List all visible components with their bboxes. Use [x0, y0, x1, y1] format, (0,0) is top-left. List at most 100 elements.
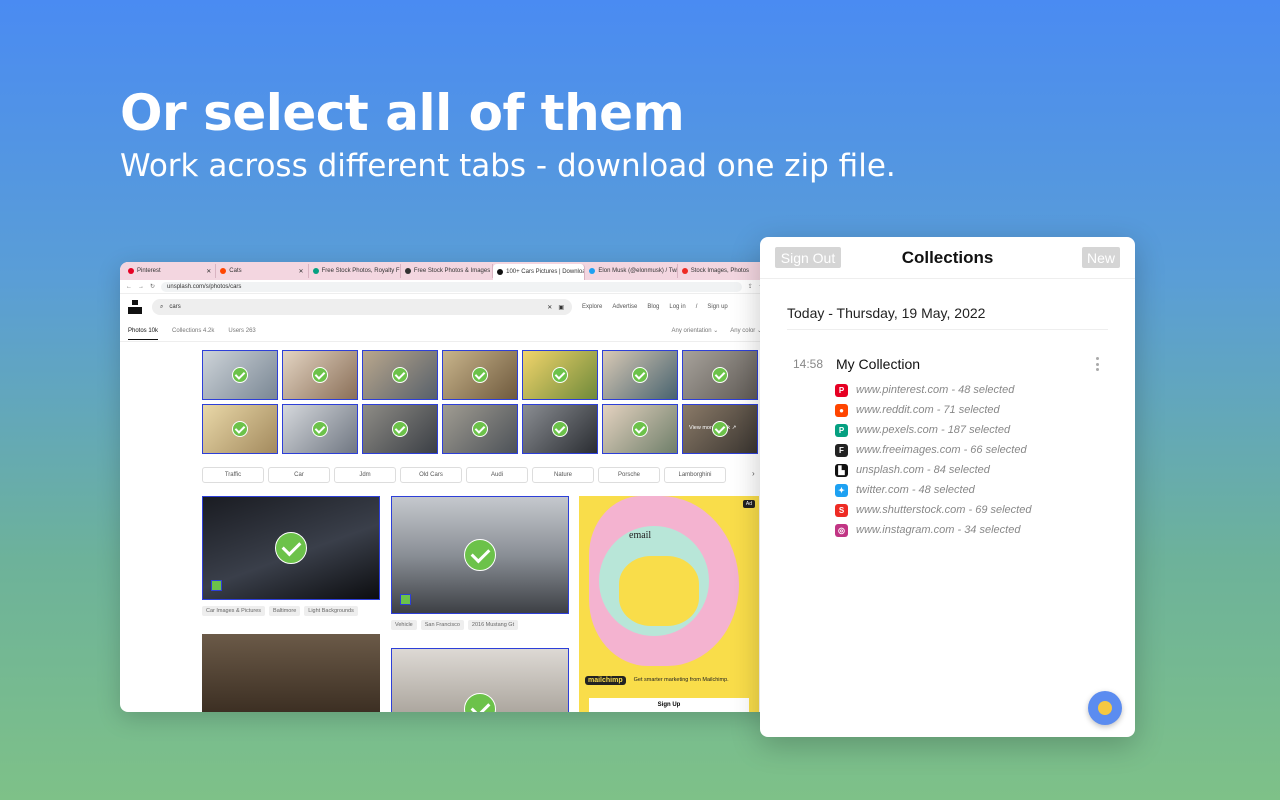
selected-check-icon [552, 421, 568, 437]
share-icon[interactable]: ⇪ [748, 283, 753, 290]
related-search-chip[interactable]: Audi [466, 467, 528, 483]
tab-favicon-icon [128, 268, 134, 274]
site-nav-item[interactable]: Log in [669, 304, 685, 310]
selected-check-icon [392, 421, 408, 437]
photo-tag[interactable]: Baltimore [269, 606, 301, 616]
photo-tag[interactable]: Light Backgrounds [304, 606, 358, 616]
tab-close-icon[interactable]: ✕ [206, 268, 211, 275]
pinterest-icon: P [835, 383, 848, 397]
photo-thumbnail[interactable] [282, 350, 358, 400]
source-label: www.shutterstock.com - 69 selected [856, 504, 1032, 516]
tab-close-icon[interactable]: ✕ [299, 268, 304, 275]
orientation-dropdown[interactable]: Any orientation ⌄ [672, 327, 719, 334]
site-nav-item[interactable]: Advertise [612, 304, 637, 310]
selected-check-icon [472, 367, 488, 383]
search-value: cars [169, 304, 181, 310]
search-input[interactable]: ⌕ cars ✕ ▣ [152, 299, 572, 315]
related-search-chip[interactable]: Lamborghini [664, 467, 726, 483]
photo-tag[interactable]: Car Images & Pictures [202, 606, 266, 616]
photo-card[interactable] [391, 496, 569, 614]
source-item[interactable]: Pwww.pexels.com - 187 selected [835, 420, 1031, 440]
photo-thumbnail[interactable] [202, 404, 278, 454]
selected-check-icon [392, 367, 408, 383]
ad-badge: Ad [742, 500, 755, 508]
premium-button[interactable] [1088, 691, 1122, 725]
related-search-chip[interactable]: Nature [532, 467, 594, 483]
filter-row: Photos 10k Collections 4.2k Users 263 An… [120, 320, 770, 342]
photo-card[interactable] [391, 648, 569, 712]
site-nav-item[interactable]: Explore [582, 304, 602, 310]
photo-thumbnail[interactable] [362, 350, 438, 400]
source-item[interactable]: Fwww.freeimages.com - 66 selected [835, 440, 1031, 460]
photo-thumbnail[interactable] [282, 404, 358, 454]
source-item[interactable]: Pwww.pinterest.com - 48 selected [835, 380, 1031, 400]
reload-icon[interactable]: ↻ [150, 283, 155, 290]
source-item[interactable]: ▙ unsplash.com - 84 selected [835, 460, 1031, 480]
forward-icon[interactable]: → [138, 284, 144, 290]
tab-photos[interactable]: Photos 10k [128, 328, 159, 340]
ad-signup-button[interactable]: Sign Up [589, 698, 749, 712]
site-nav-item[interactable]: Blog [647, 304, 659, 310]
photo-card[interactable] [202, 496, 380, 600]
photo-thumbnail[interactable] [202, 350, 278, 400]
browser-tab[interactable]: 100+ Cars Pictures | Download✕ [493, 264, 586, 280]
related-search-chip[interactable]: Traffic [202, 467, 264, 483]
tab-users[interactable]: Users 263 [228, 328, 255, 334]
tab-favicon-icon [220, 268, 227, 274]
clear-icon[interactable]: ✕ [547, 304, 552, 311]
photo-thumbnail[interactable] [522, 350, 598, 400]
photo-thumbnail[interactable]: View more Stock ↗ [682, 404, 758, 454]
url-field[interactable]: unsplash.com/s/photos/cars [161, 281, 742, 292]
back-icon[interactable]: ← [126, 284, 132, 290]
photo-card[interactable] [202, 634, 380, 712]
browser-tab[interactable]: Pinterest ✕ [124, 264, 217, 278]
site-nav-item: / [695, 304, 698, 310]
mailchimp-ad[interactable]: email Ad mailchimp Get smarter marketing… [579, 496, 759, 712]
crown-icon [1098, 701, 1112, 715]
photo-thumbnail[interactable] [602, 404, 678, 454]
tab-collections[interactable]: Collections 4.2k [172, 328, 214, 334]
photo-tag[interactable]: Vehicle [391, 620, 417, 630]
chips-next-icon[interactable]: › [752, 469, 755, 478]
photo-thumbnail[interactable] [682, 350, 758, 400]
source-item[interactable]: Swww.shutterstock.com - 69 selected [835, 500, 1031, 520]
collections-panel: Sign Out Collections New Today - Thursda… [760, 237, 1135, 737]
photo-thumbnail[interactable] [362, 404, 438, 454]
photo-tag[interactable]: San Francisco [420, 620, 464, 630]
selected-check-icon [232, 367, 248, 383]
related-search-chip[interactable]: Porsche [598, 467, 660, 483]
collection-name[interactable]: My Collection [836, 356, 920, 372]
tab-favicon-icon [681, 268, 688, 274]
source-item[interactable]: ● www.reddit.com - 71 selected [835, 400, 1031, 420]
browser-tab[interactable]: Free Stock Photos & Images✕ [401, 264, 494, 278]
photo-thumbnail[interactable] [442, 350, 518, 400]
browser-tab[interactable]: Stock Images, Photos✕ [678, 264, 770, 278]
browser-tab[interactable]: Elon Musk (@elonmusk) / Twitter✕ [585, 264, 678, 278]
select-checkbox-icon[interactable] [211, 580, 222, 591]
tab-favicon-icon [497, 269, 504, 275]
source-label: twitter.com - 48 selected [856, 484, 975, 496]
photo-thumbnail[interactable] [442, 404, 518, 454]
source-item[interactable]: ◎ www.instagram.com - 34 selected [835, 520, 1031, 540]
unsplash-logo-icon[interactable] [128, 300, 142, 314]
new-button[interactable]: New [1082, 247, 1120, 268]
selected-check-icon [552, 367, 568, 383]
tab-favicon-icon [312, 268, 319, 274]
photo-tag[interactable]: 2016 Mustang Gt [467, 620, 519, 630]
related-search-chip[interactable]: Car [268, 467, 330, 483]
select-checkbox-icon[interactable] [400, 594, 411, 605]
photo-thumbnail[interactable] [602, 350, 678, 400]
color-dropdown[interactable]: Any color ⌄ [730, 327, 762, 334]
source-item[interactable]: ✦ twitter.com - 48 selected [835, 480, 1031, 500]
tab-label: Stock Images, Photos [690, 268, 750, 274]
related-search-chip[interactable]: Jdm [334, 467, 396, 483]
more-options-icon[interactable] [1094, 357, 1100, 371]
browser-tab[interactable]: Cats ✕ [216, 264, 309, 278]
visual-search-icon[interactable]: ▣ [558, 304, 564, 311]
browser-tab[interactable]: Free Stock Photos, Royalty Free✕ [309, 264, 401, 278]
site-nav-item[interactable]: Sign up [707, 304, 727, 310]
reddit-icon: ● [835, 403, 848, 417]
site-header: ⌕ cars ✕ ▣ Explore Advertise Blog Log in / Si… [120, 294, 770, 320]
related-search-chip[interactable]: Old Cars [400, 467, 462, 483]
photo-thumbnail[interactable] [522, 404, 598, 454]
